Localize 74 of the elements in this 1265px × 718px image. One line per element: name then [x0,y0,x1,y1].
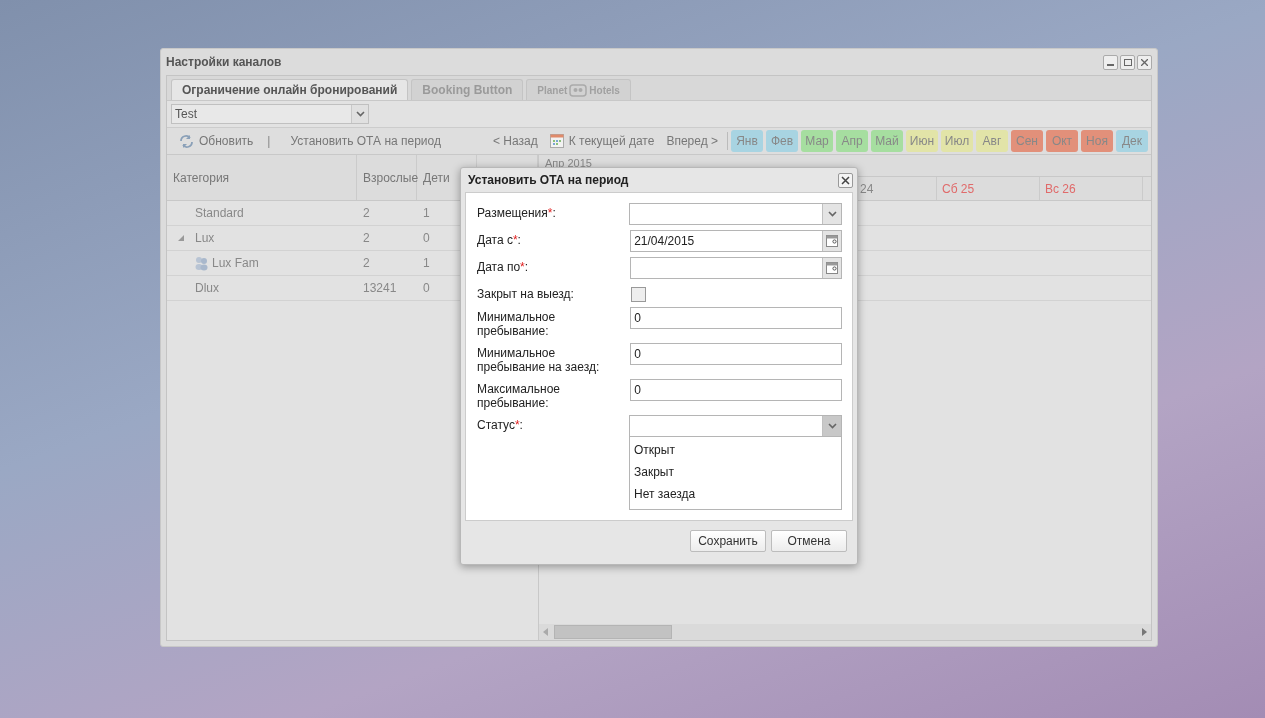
children-cell-text: 1 [422,206,431,220]
category-name: Standard [195,206,244,220]
children-cell-text: 0 [422,281,431,295]
scroll-right-icon[interactable] [1142,628,1147,636]
adults-cell-text: 13241 [362,281,398,295]
field-label: Дата по*: [477,259,530,274]
category-name: Dlux [195,281,219,295]
forward-button[interactable]: Вперед > [660,134,724,148]
month-button[interactable]: Янв [731,130,763,152]
tab[interactable]: Booking Button [411,79,524,100]
field-label: Минимальное пребывание на заезд: [477,345,601,374]
cancel-button[interactable]: Отмена [771,529,847,552]
close-icon [1141,58,1148,66]
children-cell-text: 1 [422,256,431,270]
field-label: Максимальное пребывание: [477,381,562,410]
select-field[interactable] [629,415,842,437]
calendar-icon [826,262,838,274]
calendar-icon [549,134,564,148]
month-button[interactable]: Июл [941,130,973,152]
channel-select[interactable]: Test [171,104,369,124]
day-header: Вс 26 [1040,177,1143,200]
input-field[interactable]: 0 [630,343,842,365]
month-button[interactable]: Авг [976,130,1008,152]
month-button[interactable]: Май [871,130,903,152]
refresh-icon [179,133,194,149]
adults-cell-text: 2 [362,206,371,220]
toolbar-separator: | [267,134,271,148]
caret-icon [827,423,837,429]
field-label: Минимальное пребывание: [477,309,557,338]
day-header: Сб 25 [937,177,1040,200]
field-label: Дата с*: [477,232,522,247]
today-button[interactable]: К текущей дате [543,134,661,148]
date-field[interactable]: 21/04/2015 [630,230,842,252]
maximize-icon [1123,58,1132,66]
maximize-button[interactable] [1120,54,1135,70]
window-title: Настройки каналов [166,55,282,69]
month-button[interactable]: Апр [836,130,868,152]
field-label: Размещения*: [477,205,557,220]
month-button[interactable]: Дек [1116,130,1148,152]
category-name: Lux Fam [212,256,259,270]
input-field[interactable]: 0 [630,307,842,329]
people-icon [195,255,208,271]
field-label: Статус*: [477,417,524,432]
close-button[interactable] [838,172,853,188]
scroll-left-icon[interactable] [543,628,548,636]
select-field[interactable] [629,203,842,225]
children-cell-text: 0 [422,231,431,245]
face-logo-icon [569,83,588,97]
month-button[interactable]: Мар [801,130,833,152]
adults-cell-text: 2 [362,231,371,245]
month-header: Апр 2015 [545,157,592,169]
save-button[interactable]: Сохранить [690,529,766,552]
field-label: Закрыт на выезд: [477,286,575,301]
month-button[interactable]: Фев [766,130,798,152]
caret-icon [827,211,837,217]
input-field[interactable]: 0 [630,379,842,401]
tab[interactable]: Ограничение онлайн бронирований [171,79,409,100]
adults-cell-text: 2 [362,256,371,270]
column-header[interactable]: Взрослые [357,155,417,200]
calendar-icon [826,235,838,247]
close-button[interactable] [1137,54,1152,70]
month-button[interactable]: Июн [906,130,938,152]
expanded-arrow-icon[interactable] [178,235,184,241]
scrollbar-thumb[interactable] [554,625,672,639]
category-name: Lux [195,231,215,245]
back-button[interactable]: < Назад [487,134,544,148]
horizontal-scrollbar[interactable] [539,624,1151,640]
column-header[interactable]: Категория [167,155,357,200]
set-ota-button[interactable]: Установить ОТА на период [284,134,447,148]
date-field[interactable] [630,257,842,279]
minimize-button[interactable] [1103,54,1118,70]
caret-icon [355,111,365,117]
refresh-button[interactable]: Обновить [173,133,260,149]
checkbox[interactable] [631,287,646,302]
